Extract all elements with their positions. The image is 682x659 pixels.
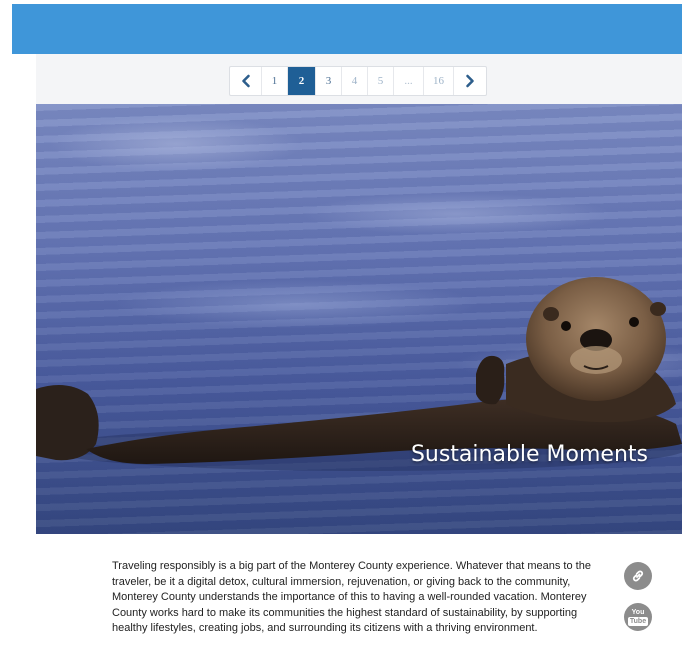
youtube-icon-top: You (631, 608, 645, 616)
top-header-bar (12, 4, 682, 54)
youtube-icon-bottom: Tube (627, 616, 649, 626)
page-5-button[interactable]: 5 (368, 67, 394, 95)
page-16-button[interactable]: 16 (424, 67, 454, 95)
chevron-left-icon (241, 74, 250, 88)
page-3-button[interactable]: 3 (316, 67, 342, 95)
pagination: 1 2 3 4 5 ... 16 (229, 66, 487, 96)
page-4-button[interactable]: 4 (342, 67, 368, 95)
pagination-bar: 1 2 3 4 5 ... 16 (36, 54, 682, 104)
sea-otter-image (36, 277, 682, 471)
chevron-right-icon (466, 74, 474, 88)
link-icon (632, 570, 644, 582)
share-link-button[interactable] (624, 562, 652, 590)
next-page-button[interactable] (454, 67, 486, 95)
page: 1 2 3 4 5 ... 16 Sustainable Moments Tra… (0, 0, 682, 659)
page-1-button[interactable]: 1 (262, 67, 288, 95)
hero-title: Sustainable Moments (410, 442, 648, 467)
page-ellipsis: ... (394, 67, 424, 95)
prev-page-button[interactable] (230, 67, 262, 95)
youtube-button[interactable]: You Tube (624, 603, 652, 631)
hero-banner: Sustainable Moments (36, 104, 682, 534)
page-2-button[interactable]: 2 (288, 67, 316, 95)
intro-paragraph: Traveling responsibly is a big part of t… (112, 560, 591, 634)
youtube-icon: You Tube (627, 608, 649, 626)
